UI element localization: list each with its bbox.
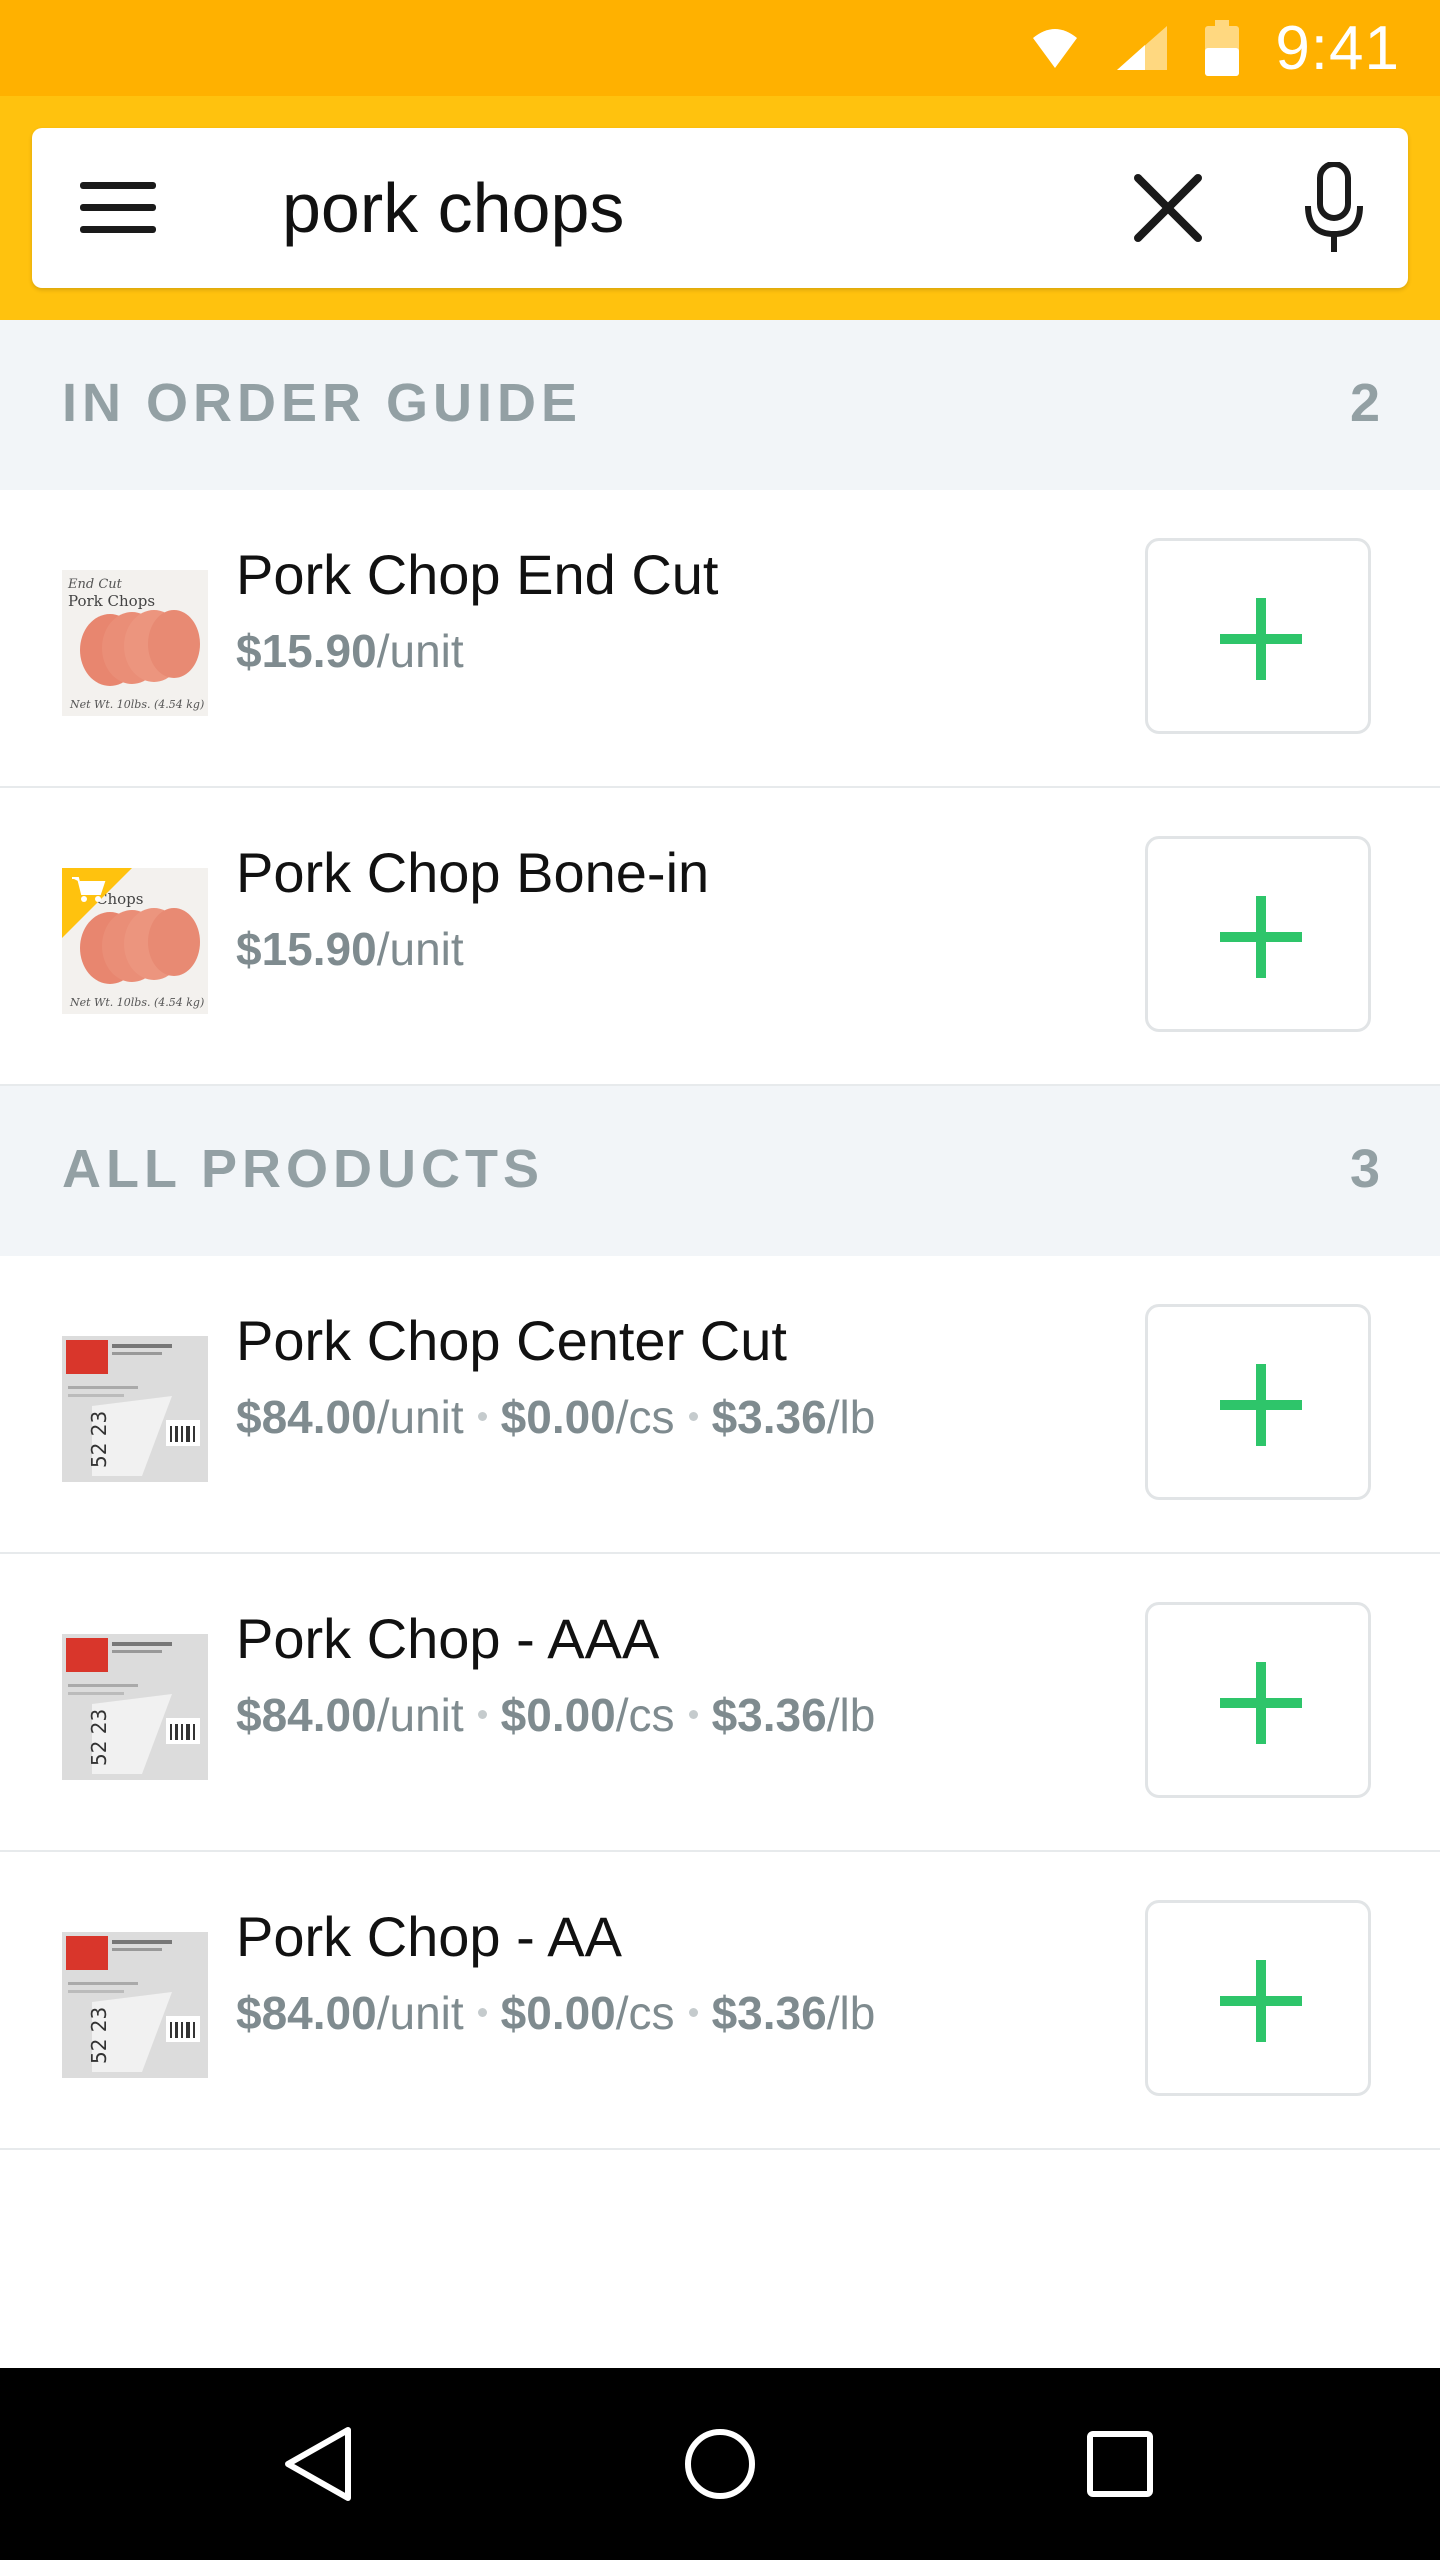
price-unit: /lb — [826, 1689, 876, 1741]
price-separator — [477, 1412, 487, 1422]
search-input[interactable] — [282, 154, 1102, 262]
section-header-all-products: ALL PRODUCTS 3 — [0, 1086, 1440, 1256]
search-box — [32, 128, 1408, 288]
price-amount: $84.00 — [236, 1689, 377, 1741]
product-price: $84.00/unit $0.00/cs $3.36/lb — [236, 1688, 875, 1742]
price-separator — [477, 2008, 487, 2018]
price-amount: $3.36 — [711, 1987, 827, 2039]
plus-icon — [1220, 1364, 1302, 1446]
product-thumbnail: Chops Net Wt. 10lbs. (4.54 kg) — [62, 868, 208, 1014]
microphone-icon[interactable] — [1302, 162, 1366, 254]
box-code: 52 23 — [87, 1709, 111, 1766]
price-unit: /cs — [615, 1987, 675, 2039]
frozen-pork-box-image: 52 23 — [62, 1932, 208, 2078]
product-name: Pork Chop Bone-in — [236, 841, 710, 904]
price-unit: /cs — [615, 1391, 675, 1443]
product-row[interactable]: 52 23 Pork Chop - AA $84.00/unit $0.00/cs… — [0, 1852, 1440, 2150]
product-thumbnail: 52 23 — [62, 1336, 208, 1482]
product-thumbnail: 52 23 — [62, 1634, 208, 1780]
add-button[interactable] — [1145, 1304, 1371, 1500]
package-label-line1: End Cut — [67, 577, 123, 592]
price-unit: /unit — [376, 625, 464, 677]
package-label-line2: Pork Chops — [68, 592, 155, 610]
price-amount: $3.36 — [711, 1391, 827, 1443]
product-name: Pork Chop End Cut — [236, 543, 719, 606]
price-unit: /unit — [376, 923, 464, 975]
section-header-order-guide: IN ORDER GUIDE 2 — [0, 320, 1440, 490]
status-icons: 9:41 — [1031, 14, 1400, 83]
pork-chop-package-image: Chops Net Wt. 10lbs. (4.54 kg) — [62, 868, 208, 1014]
frozen-pork-box-image: 52 23 — [62, 1336, 208, 1482]
product-price: $84.00/unit $0.00/cs $3.36/lb — [236, 1986, 875, 2040]
status-bar: 9:41 — [0, 0, 1440, 96]
wifi-icon — [1033, 29, 1078, 68]
menu-icon[interactable] — [78, 178, 158, 238]
product-thumbnail: End Cut Pork Chops Net Wt. 10lbs. (4.54 … — [62, 570, 208, 716]
pork-chop-package-image: End Cut Pork Chops Net Wt. 10lbs. (4.54 … — [62, 570, 208, 716]
frozen-pork-box-image: 52 23 — [62, 1634, 208, 1780]
add-button[interactable] — [1145, 1602, 1371, 1798]
section-count: 2 — [1349, 373, 1380, 433]
product-row[interactable]: End Cut Pork Chops Net Wt. 10lbs. (4.54 … — [0, 490, 1440, 788]
product-name: Pork Chop Center Cut — [236, 1309, 787, 1372]
product-row[interactable]: Chops Net Wt. 10lbs. (4.54 kg) Pork Chop… — [0, 788, 1440, 1086]
product-row[interactable]: 52 23 Pork Chop Center Cut $84.00/unit $0… — [0, 1256, 1440, 1554]
price-separator — [477, 1710, 487, 1720]
add-button[interactable] — [1145, 1900, 1371, 2096]
status-time: 9:41 — [1275, 13, 1400, 83]
product-name: Pork Chop - AAA — [236, 1607, 660, 1670]
plus-icon — [1220, 896, 1302, 978]
back-icon[interactable] — [282, 2424, 354, 2504]
signal-icon — [1117, 26, 1168, 70]
package-weight: Net Wt. 10lbs. (4.54 kg) — [69, 996, 204, 1009]
price-unit: /lb — [826, 1987, 876, 2039]
price-amount: $0.00 — [500, 1987, 616, 2039]
package-weight: Net Wt. 10lbs. (4.54 kg) — [69, 698, 204, 711]
home-icon[interactable] — [682, 2424, 758, 2504]
navigation-bar — [0, 2368, 1440, 2560]
product-price: $84.00/unit $0.00/cs $3.36/lb — [236, 1390, 875, 1444]
box-code: 52 23 — [87, 2007, 111, 2064]
price-amount: $84.00 — [236, 1987, 377, 2039]
close-icon[interactable] — [1132, 172, 1204, 244]
add-button[interactable] — [1145, 538, 1371, 734]
price-amount: $0.00 — [500, 1689, 616, 1741]
price-separator — [688, 1710, 698, 1720]
price-amount: $15.90 — [236, 923, 377, 975]
product-row[interactable]: 52 23 Pork Chop - AAA $84.00/unit $0.00/c… — [0, 1554, 1440, 1852]
price-unit: /unit — [376, 1689, 464, 1741]
price-amount: $84.00 — [236, 1391, 377, 1443]
section-title: ALL PRODUCTS — [62, 1139, 545, 1199]
box-code: 52 23 — [87, 1411, 111, 1468]
price-separator — [688, 2008, 698, 2018]
price-unit: /unit — [376, 1391, 464, 1443]
recents-icon[interactable] — [1084, 2424, 1156, 2504]
price-unit: /lb — [826, 1391, 876, 1443]
plus-icon — [1220, 1960, 1302, 2042]
search-toolbar — [0, 96, 1440, 320]
price-amount: $15.90 — [236, 625, 377, 677]
product-price: $15.90/unit — [236, 922, 464, 976]
battery-icon — [1205, 20, 1240, 76]
price-unit: /unit — [376, 1987, 464, 2039]
add-button[interactable] — [1145, 836, 1371, 1032]
section-title: IN ORDER GUIDE — [62, 373, 583, 433]
price-separator — [688, 1412, 698, 1422]
price-amount: $0.00 — [500, 1391, 616, 1443]
plus-icon — [1220, 598, 1302, 680]
product-price: $15.90/unit — [236, 624, 464, 678]
section-count: 3 — [1349, 1139, 1380, 1199]
price-unit: /cs — [615, 1689, 675, 1741]
price-amount: $3.36 — [711, 1689, 827, 1741]
product-thumbnail: 52 23 — [62, 1932, 208, 2078]
plus-icon — [1220, 1662, 1302, 1744]
product-name: Pork Chop - AA — [236, 1905, 622, 1968]
